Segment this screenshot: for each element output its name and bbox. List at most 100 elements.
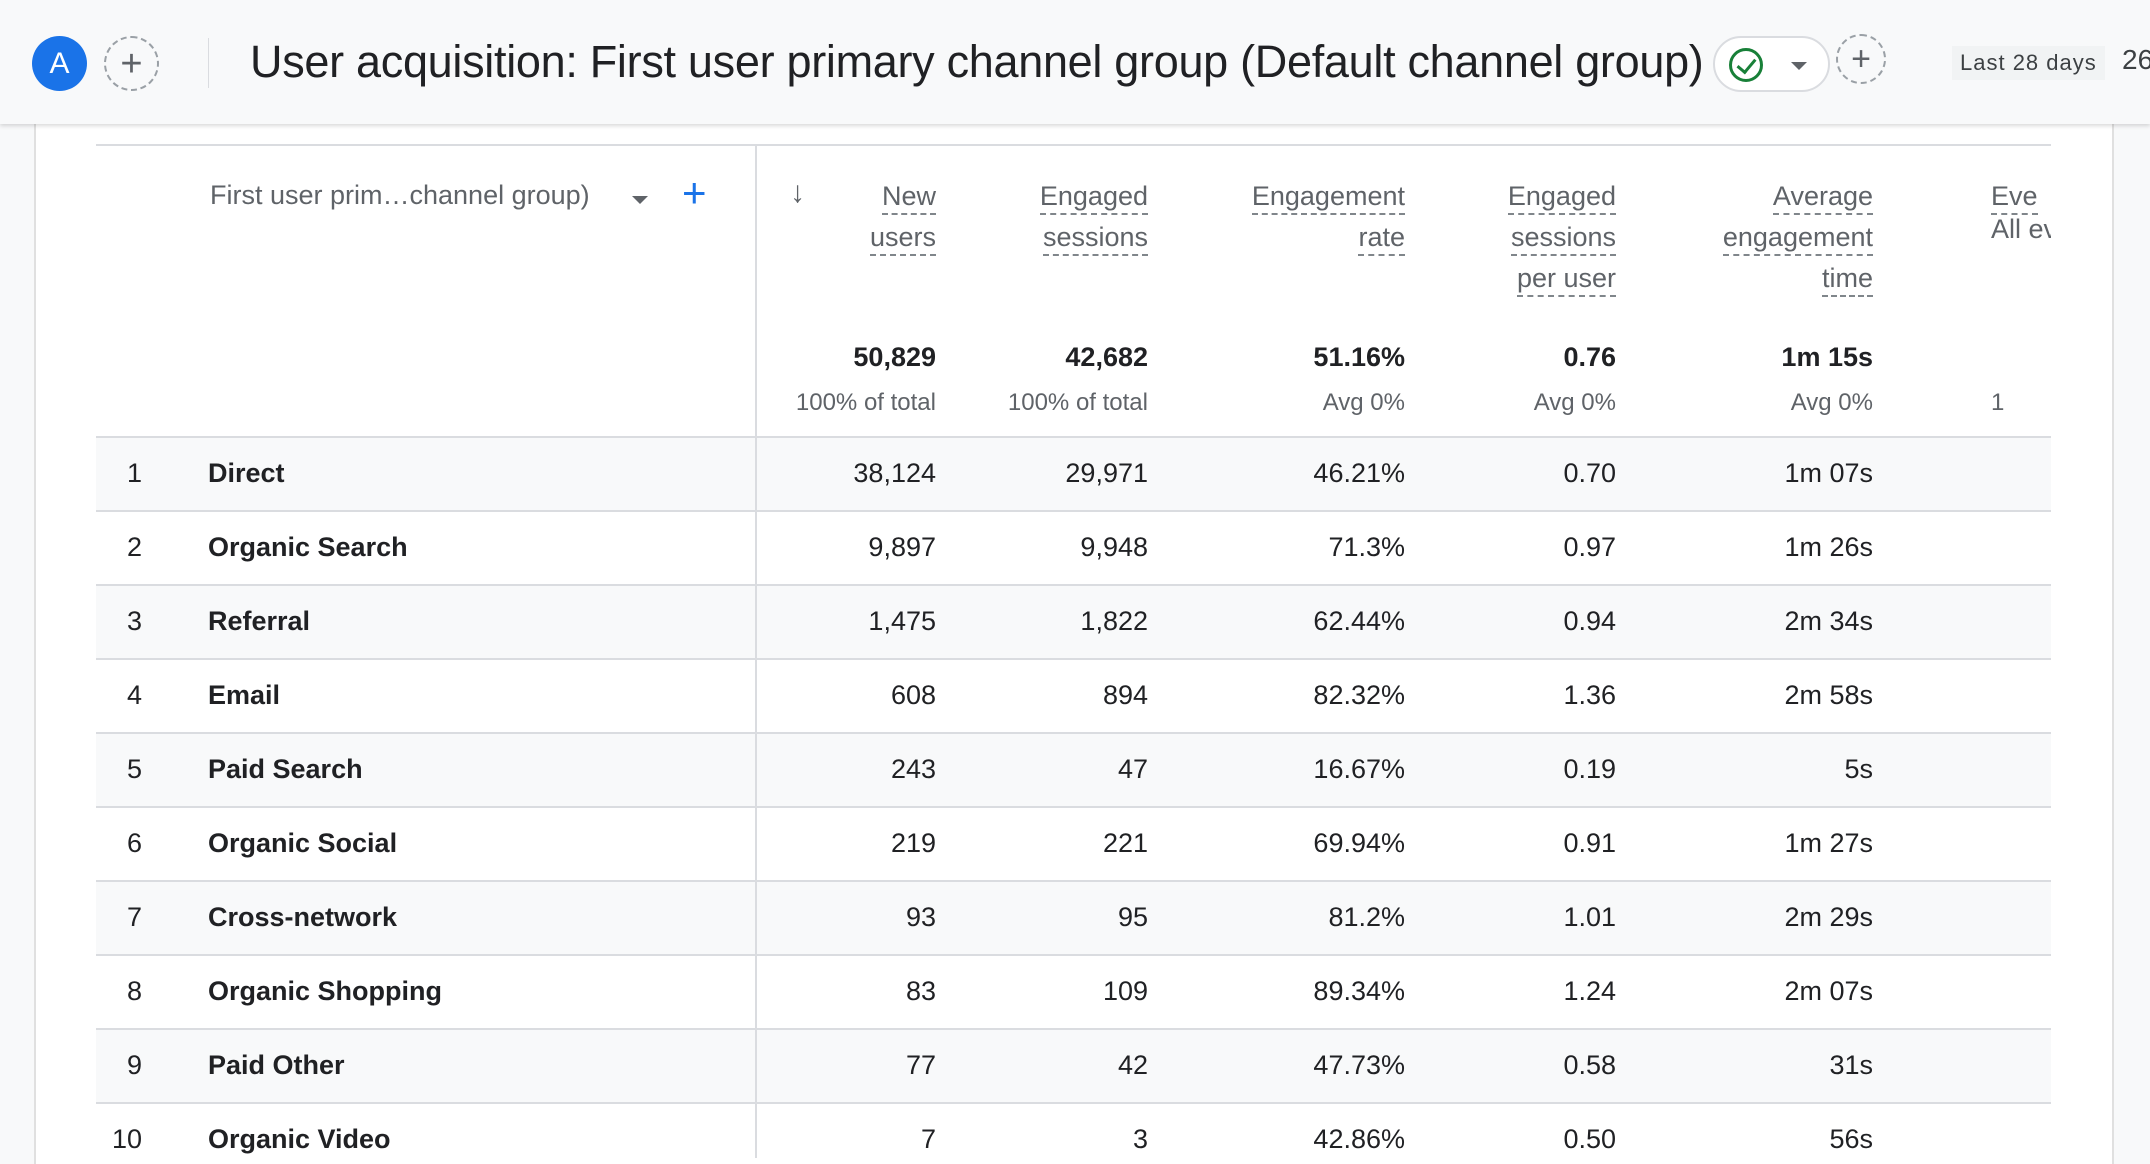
report-status-dropdown[interactable] [1713,36,1830,92]
metric-value: 29,971 [1065,458,1148,488]
metric-value: 0.50 [1563,1124,1616,1154]
column-header-label: Engaged [1039,180,1148,215]
metric-value: 0.19 [1563,754,1616,784]
column-header-label: Engagement [1251,180,1405,215]
column-total-subtitle: 100% of total [795,389,936,416]
column-total-subtitle: Avg 0% [1533,389,1616,416]
channel-name[interactable]: Paid Other [208,1050,345,1081]
data-table: First user prim…channel group) + ↓ New us… [96,144,2051,1158]
metric-value: 9,948 [1080,532,1148,562]
metric-value: 31s [1829,1050,1873,1080]
metric-value: 221 [1102,828,1148,858]
metric-value: 71.3% [1328,532,1405,562]
table-row[interactable]: 1 Direct 38,124 29,971 46.21% 0.70 1m 07s [96,436,2051,510]
channel-name[interactable]: Cross-network [208,902,397,933]
metric-value: 1.36 [1563,680,1616,710]
add-button[interactable]: + [1836,34,1886,84]
column-header-label: New [881,180,936,215]
dimension-selector[interactable]: First user prim…channel group) [210,180,590,211]
channel-name[interactable]: Organic Social [208,828,397,859]
metric-value: 42 [1117,1050,1148,1080]
column-total: 1m 15s [1781,342,1873,372]
table-row[interactable]: 7 Cross-network 93 95 81.2% 1.01 2m 29s [96,880,2051,954]
metric-value: 46.21% [1313,458,1405,488]
metric-value: 77 [905,1050,936,1080]
metric-value: 81.2% [1328,902,1405,932]
table-row[interactable]: 8 Organic Shopping 83 109 89.34% 1.24 2m 07s [96,954,2051,1028]
channel-name[interactable]: Organic Shopping [208,976,442,1007]
divider [208,38,209,88]
metric-value: 38,124 [853,458,936,488]
row-rank: 4 [126,680,142,710]
table-row[interactable]: 9 Paid Other 77 42 47.73% 0.58 31s [96,1028,2051,1102]
plus-icon: + [120,42,143,85]
table-row[interactable]: 2 Organic Search 9,897 9,948 71.3% 0.97 1m 26s [96,510,2051,584]
metric-value: 1m 07s [1784,458,1873,488]
row-rank: 2 [126,532,142,562]
column-header-5[interactable]: Eve All ev [1991,176,2051,250]
metric-value: 1m 27s [1784,828,1873,858]
metric-value: 69.94% [1313,828,1405,858]
metric-value: 3 [1132,1124,1148,1154]
metric-value: 2m 34s [1784,606,1873,636]
metric-value: 0.97 [1563,532,1616,562]
channel-name[interactable]: Paid Search [208,754,363,785]
column-header-1[interactable]: Engaged sessions [1039,176,1148,258]
row-rank: 9 [126,1050,142,1080]
channel-name[interactable]: Organic Video [208,1124,391,1155]
channel-name[interactable]: Referral [208,606,310,637]
channel-name[interactable]: Direct [208,458,285,489]
column-total: 50,829 [853,342,936,372]
column-header-label: sessions [1042,221,1148,256]
column-header-3[interactable]: Engaged sessions per user [1507,176,1616,299]
column-header-label: users [869,221,936,256]
table-row[interactable]: 6 Organic Social 219 221 69.94% 0.91 1m 27s [96,806,2051,880]
metric-value: 9,897 [868,532,936,562]
avatar[interactable]: A [32,36,87,91]
metric-value: 1m 26s [1784,532,1873,562]
add-dimension-button[interactable]: + [682,172,707,214]
metric-value: 1.01 [1563,902,1616,932]
table-body: 1 Direct 38,124 29,971 46.21% 0.70 1m 07s 2 Orga… [96,436,2051,1158]
channel-name[interactable]: Organic Search [208,532,408,563]
column-header-subtitle: All ev [1991,214,2051,244]
chevron-down-icon [1791,62,1807,70]
column-total-subtitle: 1 [1991,389,2005,416]
table-row[interactable]: 10 Organic Video 7 3 42.86% 0.50 56s [96,1102,2051,1158]
metric-value: 2m 29s [1784,902,1873,932]
table-row[interactable]: 4 Email 608 894 82.32% 1.36 2m 58s [96,658,2051,732]
column-header-2[interactable]: Engagement rate [1251,176,1405,258]
metric-value: 0.91 [1563,828,1616,858]
metric-value: 89.34% [1313,976,1405,1006]
channel-name[interactable]: Email [208,680,280,711]
column-header-label: Average [1772,180,1873,215]
metric-value: 93 [905,902,936,932]
metric-value: 2m 07s [1784,976,1873,1006]
column-header-label: engagement [1722,221,1873,256]
column-header-0[interactable]: New users [869,176,936,258]
report-header: A + User acquisition: First user primary… [0,0,2150,124]
metric-value: 42.86% [1313,1124,1405,1154]
column-header-4[interactable]: Average engagement time [1722,176,1873,299]
sort-descending-icon[interactable]: ↓ [790,176,805,210]
date-range-value[interactable]: 26 [2122,44,2150,76]
table-row[interactable]: 3 Referral 1,475 1,822 62.44% 0.94 2m 34s [96,584,2051,658]
plus-icon: + [1851,40,1871,78]
metric-value: 7 [920,1124,936,1154]
metric-value: 0.94 [1563,606,1616,636]
metric-value: 16.67% [1313,754,1405,784]
column-header-label: per user [1516,262,1616,297]
chevron-down-icon[interactable] [632,196,648,204]
table-row[interactable]: 5 Paid Search 243 47 16.67% 0.19 5s [96,732,2051,806]
add-comparison-button[interactable]: + [104,36,159,91]
check-circle-icon [1729,48,1763,82]
column-total-subtitle: Avg 0% [1790,389,1873,416]
date-range-label[interactable]: Last 28 days [1952,46,2105,80]
metric-value: 0.58 [1563,1050,1616,1080]
row-rank: 5 [126,754,142,784]
column-header-label: rate [1358,221,1405,256]
row-rank: 1 [126,458,142,488]
column-header-label: Engaged [1507,180,1616,215]
column-divider [755,146,757,1158]
metric-value: 1.24 [1563,976,1616,1006]
